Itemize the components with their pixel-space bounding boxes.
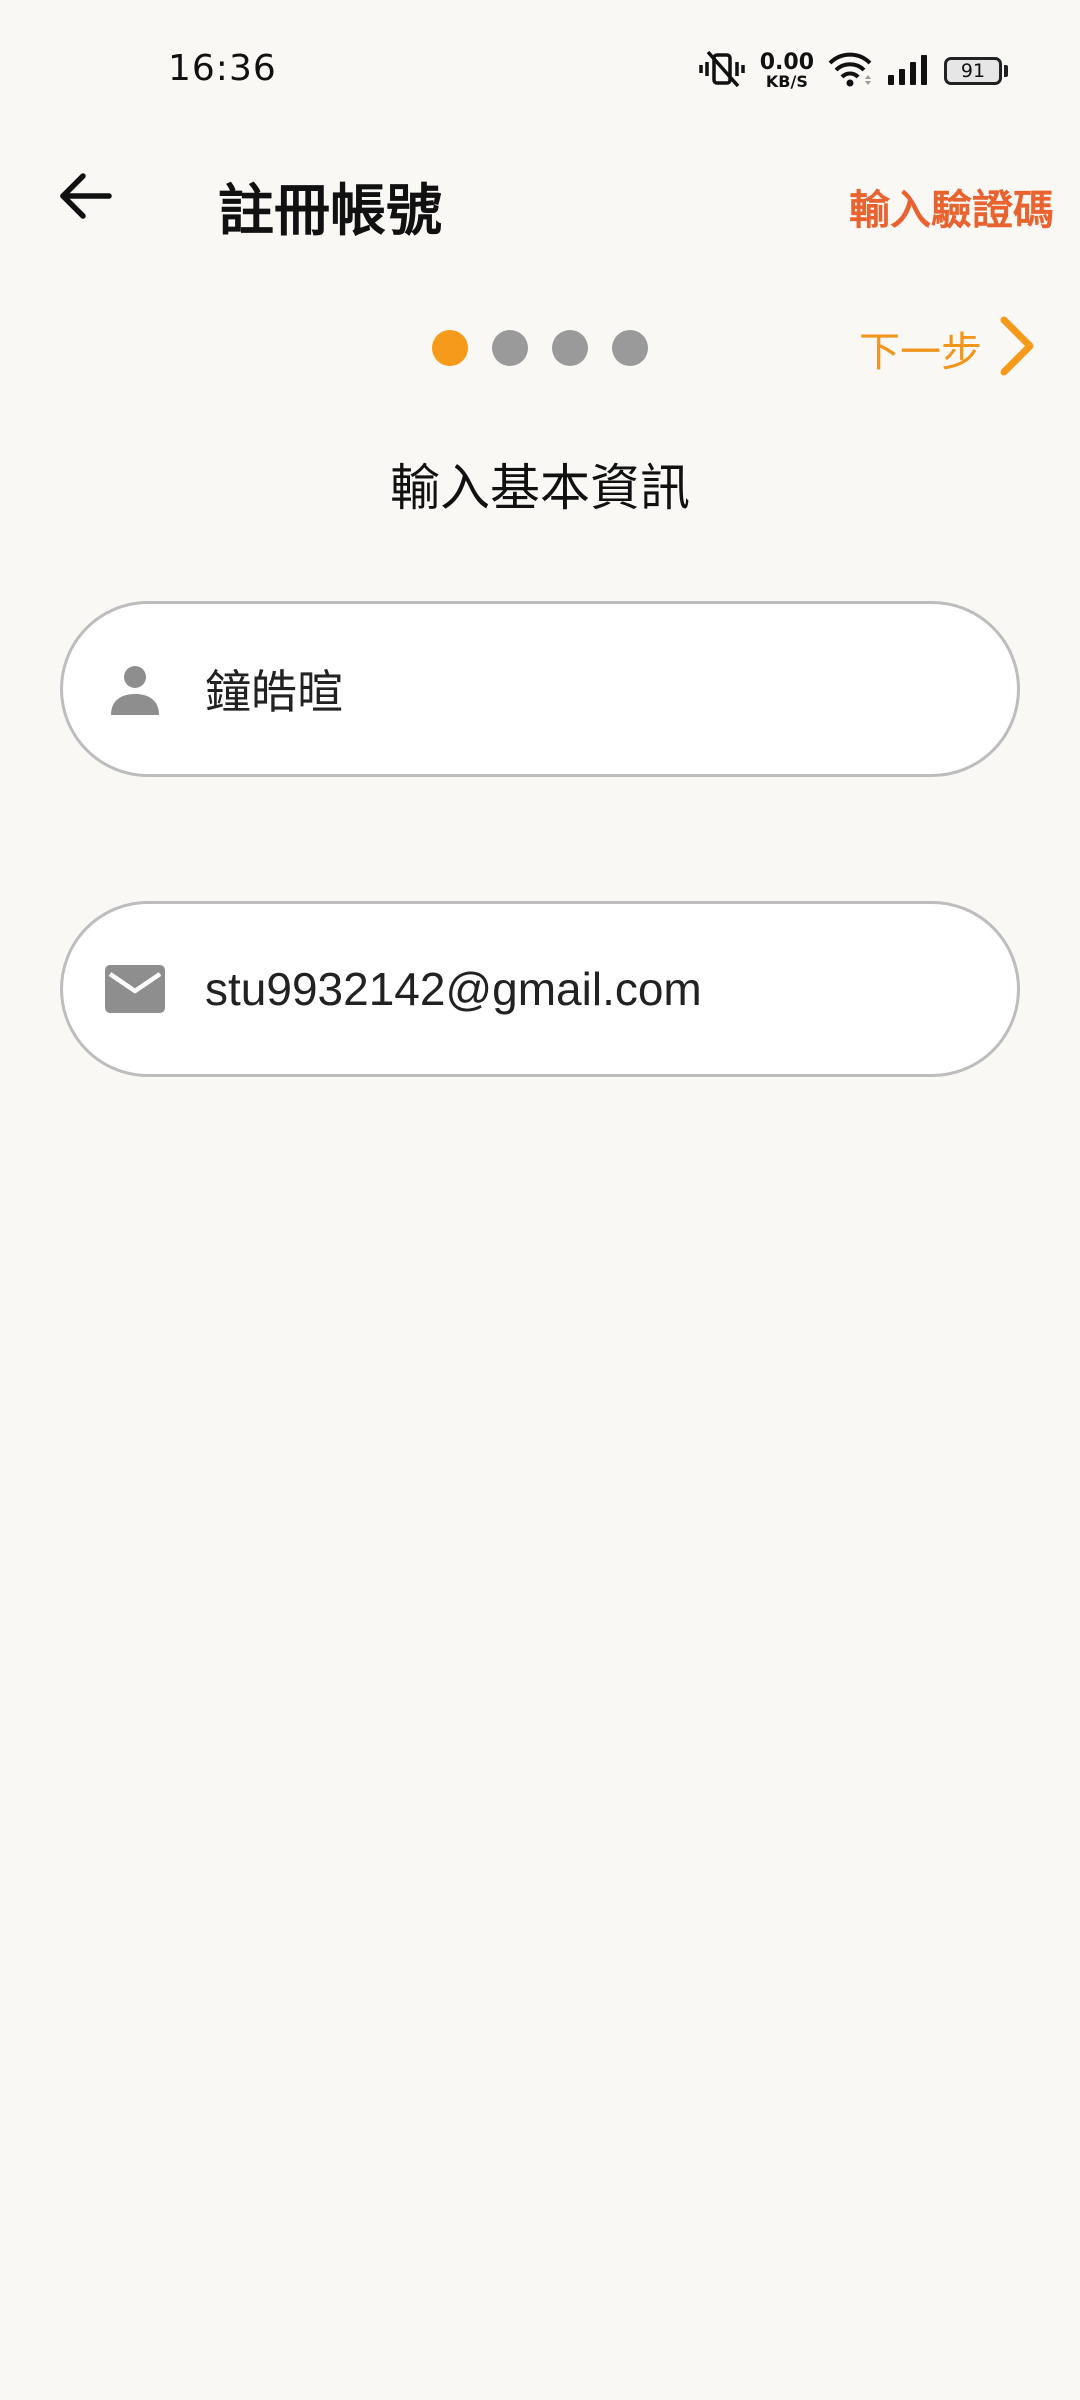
wifi-icon — [828, 51, 872, 91]
network-speed-unit: KB/S — [765, 72, 808, 91]
step-indicator — [432, 330, 648, 366]
enter-verification-code-link[interactable]: 輸入驗證碼 — [849, 176, 1054, 236]
battery-indicator: 91 — [944, 57, 1008, 85]
mail-icon — [103, 957, 167, 1021]
step-dot-3 — [552, 330, 588, 366]
battery-level: 91 — [944, 57, 1002, 85]
status-time: 16:36 — [168, 48, 277, 89]
email-input-value[interactable]: stu9932142@gmail.com — [205, 962, 702, 1016]
step-dot-4 — [612, 330, 648, 366]
network-speed-value: 0.00 — [759, 50, 814, 75]
back-button[interactable] — [50, 163, 120, 233]
step-dot-1 — [432, 330, 468, 366]
signal-icon — [886, 53, 930, 89]
person-icon — [103, 657, 167, 721]
arrow-left-icon — [57, 171, 113, 225]
battery-tip — [1004, 65, 1008, 77]
vibrate-mute-icon — [698, 49, 746, 93]
name-field[interactable]: 鐘皓暄 — [60, 601, 1020, 777]
status-icons: 0.00 KB/S 91 — [698, 46, 1008, 96]
chevron-right-icon — [996, 316, 1036, 380]
network-speed: 0.00 KB/S — [760, 52, 814, 90]
email-field[interactable]: stu9932142@gmail.com — [60, 901, 1020, 1077]
step-dot-2 — [492, 330, 528, 366]
next-step-button[interactable]: 下一步 — [859, 316, 1036, 380]
page-title: 註冊帳號 — [218, 179, 442, 244]
section-title: 輸入基本資訊 — [390, 459, 690, 517]
name-input-value[interactable]: 鐘皓暄 — [205, 656, 343, 722]
status-bar: 16:36 0.00 KB/S 91 — [0, 0, 1080, 140]
next-step-label: 下一步 — [859, 328, 982, 376]
